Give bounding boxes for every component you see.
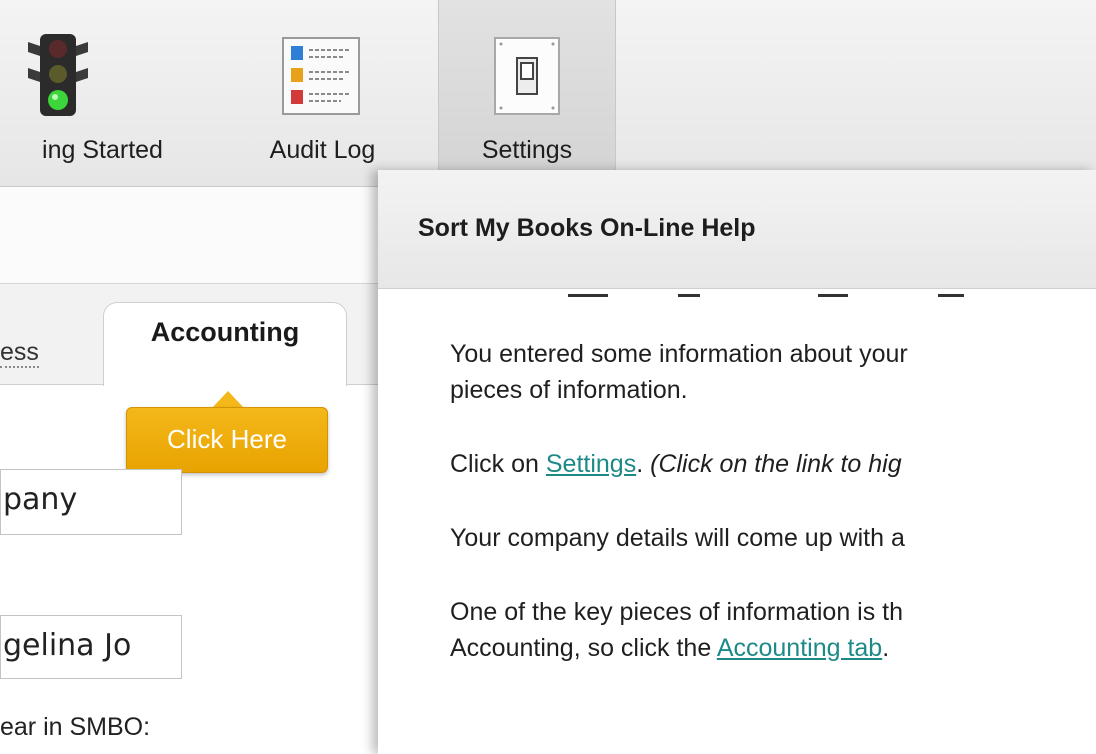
help-paragraph: Your company details will come up with a [450,520,1096,556]
settings-link[interactable]: Settings [546,450,636,478]
settings-switch-icon [493,36,561,125]
help-text: Your company details will come up with a [450,524,905,552]
toolbar-getting-started-label: ing Started [42,136,163,164]
help-scrolled-text-edge [378,289,1096,297]
help-panel-header: Sort My Books On-Line Help [378,170,1096,289]
toolbar-audit-log-label: Audit Log [269,136,376,164]
toolbar-getting-started-button[interactable]: ing Started [0,0,205,186]
help-paragraph: One of the key pieces of information is … [450,594,1096,666]
help-body: You entered some information about your … [450,336,1096,704]
help-panel-title: Sort My Books On-Line Help [418,214,756,242]
company-name-field[interactable]: pany [0,469,182,535]
help-text: . [882,634,890,662]
help-text: pieces of information. [450,376,688,404]
help-paragraph: Click on Settings. (Click on the link to… [450,446,1096,482]
help-text: Click on [450,450,546,478]
click-here-tooltip[interactable]: Click Here [126,407,328,473]
help-text: Accounting, so click the [450,634,717,662]
help-paragraph: You entered some information about your … [450,336,1096,408]
contact-name-field[interactable]: gelina Jo [0,615,182,679]
tooltip-arrow [212,391,244,408]
accounting-tab-link[interactable]: Accounting tab [717,634,882,662]
help-text: You entered some information about your [450,340,908,368]
audit-log-icon [277,36,365,125]
financial-year-label: ear in SMBO: [0,713,151,741]
online-help-panel: Sort My Books On-Line Help You entered s… [378,170,1096,754]
toolbar-settings-button[interactable]: Settings [438,0,616,186]
help-text: . [636,450,651,478]
toolbar: ing Started Audit Log Settings [0,0,1096,187]
toolbar-audit-log-button[interactable]: Audit Log [225,0,420,186]
settings-header [0,187,378,284]
toolbar-settings-label: Settings [481,136,573,164]
tab-business[interactable]: ess [0,338,39,368]
tab-accounting[interactable]: Accounting [103,302,347,386]
traffic-light-icon [26,32,90,123]
help-text: One of the key pieces of information is … [450,598,904,626]
help-hint-text: (Click on the link to hig [650,450,902,478]
